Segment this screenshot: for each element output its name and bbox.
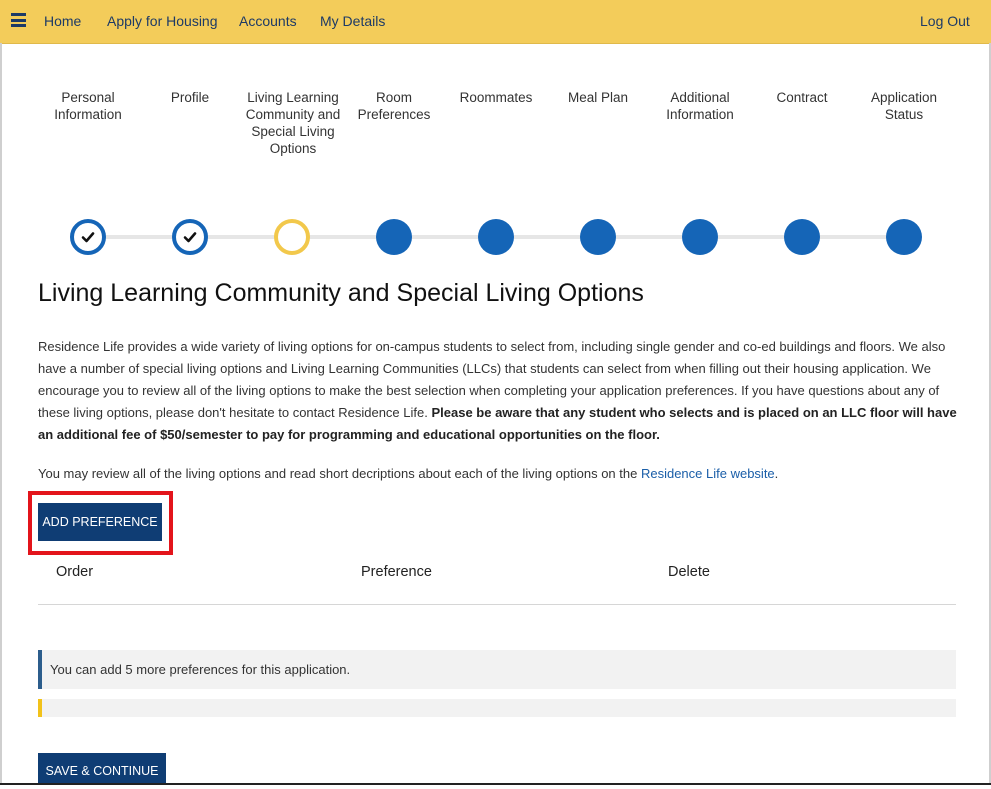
step-circle-application-status (886, 219, 922, 255)
step-label-application-status: Application Status (870, 90, 938, 122)
step-circle-roommates (478, 219, 514, 255)
step-circle-profile[interactable] (172, 219, 208, 255)
menu-icon[interactable] (11, 13, 26, 27)
page-title: Living Learning Community and Special Li… (38, 279, 644, 307)
step-label-personal-information[interactable]: Personal Information (40, 89, 136, 123)
step-label-profile[interactable]: Profile (142, 89, 238, 106)
column-header-preference: Preference (361, 564, 432, 580)
table-divider (38, 604, 956, 605)
frame-border-left (0, 43, 2, 785)
save-and-continue-button[interactable]: SAVE & CONTINUE (38, 753, 166, 785)
column-header-order: Order (56, 564, 94, 580)
step-circle-personal-information[interactable] (70, 219, 106, 255)
preferences-remaining-alert: You can add 5 more preferences for this … (38, 650, 956, 689)
step-label-room-preferences: Room Preferences (357, 90, 431, 122)
intro-paragraph: Residence Life provides a wide variety o… (38, 336, 958, 446)
step-circle-room-preferences (376, 219, 412, 255)
add-preference-button[interactable]: ADD PREFERENCE (38, 503, 162, 541)
step-label-meal-plan: Meal Plan (567, 90, 629, 105)
step-circle-meal-plan (580, 219, 616, 255)
review-text: You may review all of the living options… (38, 466, 638, 481)
step-circle-living-learning-community[interactable] (274, 219, 310, 255)
nav-home[interactable]: Home (44, 13, 81, 29)
step-label-additional-information: Additional Information (666, 90, 734, 122)
step-label-roommates: Roommates (459, 90, 533, 105)
review-paragraph: You may review all of the living options… (38, 463, 958, 485)
step-label-living-learning-community[interactable]: Living Learning Community and Special Li… (244, 89, 342, 157)
warning-alert (38, 699, 956, 717)
nav-apply-for-housing[interactable]: Apply for Housing (107, 13, 218, 29)
nav-log-out[interactable]: Log Out (920, 13, 970, 29)
column-header-delete: Delete (668, 564, 710, 580)
step-circle-contract (784, 219, 820, 255)
step-label-contract: Contract (776, 90, 828, 105)
review-text-end: . (774, 466, 779, 481)
step-circle-additional-information (682, 219, 718, 255)
residence-life-website-link[interactable]: Residence Life website (641, 466, 775, 481)
nav-accounts[interactable]: Accounts (239, 13, 297, 29)
top-nav-bar: Home Apply for Housing Accounts My Detai… (0, 0, 991, 44)
nav-my-details[interactable]: My Details (320, 13, 385, 29)
checkmark-icon (81, 232, 95, 243)
checkmark-icon (183, 232, 197, 243)
